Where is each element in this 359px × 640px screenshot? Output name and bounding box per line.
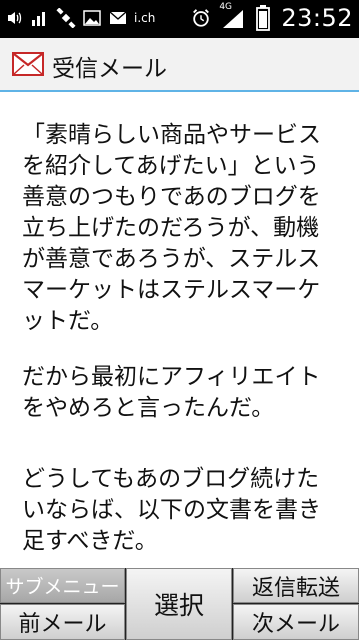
message-paragraph-3: どうしてもあのブログ続けた いならば、以下の文書を書き 足すべきだ。 xyxy=(22,466,321,554)
status-bar: i.ch 4G 23:52 xyxy=(0,0,359,38)
mail-envelope-icon xyxy=(12,50,44,82)
alarm-icon xyxy=(191,8,211,28)
satellite-icon xyxy=(56,8,76,28)
next-mail-softkey[interactable]: 次メール xyxy=(233,604,359,640)
ich-icon: i.ch xyxy=(134,11,156,25)
signal-strength-icon xyxy=(30,8,50,28)
reply-forward-softkey[interactable]: 返信転送 xyxy=(233,568,359,603)
message-paragraph-1: 「素晴らしい商品やサービス を紹介してあげたい」という 善意のつもりであのブログ… xyxy=(22,122,321,334)
message-paragraph-2: だから最初にアフィリエイト をやめろと言ったんだ。 xyxy=(22,364,321,421)
select-softkey[interactable]: 選択 xyxy=(126,568,232,640)
status-clock: 23:52 xyxy=(281,4,353,32)
mail-icon xyxy=(108,8,128,28)
battery-icon xyxy=(253,5,273,31)
ring-volume-icon xyxy=(4,8,24,28)
image-icon xyxy=(82,8,102,28)
status-right-icons: 4G 23:52 xyxy=(191,2,353,32)
page-title: 受信メール xyxy=(52,56,167,82)
title-bar: 受信メール xyxy=(0,38,359,92)
prev-mail-softkey[interactable]: 前メール xyxy=(0,604,125,640)
softkey-bar: サブメニュー 前メール 選択 返信転送 次メール xyxy=(0,568,359,640)
4g-signal-icon: 4G xyxy=(219,2,245,28)
status-left-icons: i.ch xyxy=(4,8,155,28)
submenu-softkey[interactable]: サブメニュー xyxy=(0,568,125,603)
message-body[interactable]: 「素晴らしい商品やサービス を紹介してあげたい」という 善意のつもりであのブログ… xyxy=(0,92,359,568)
